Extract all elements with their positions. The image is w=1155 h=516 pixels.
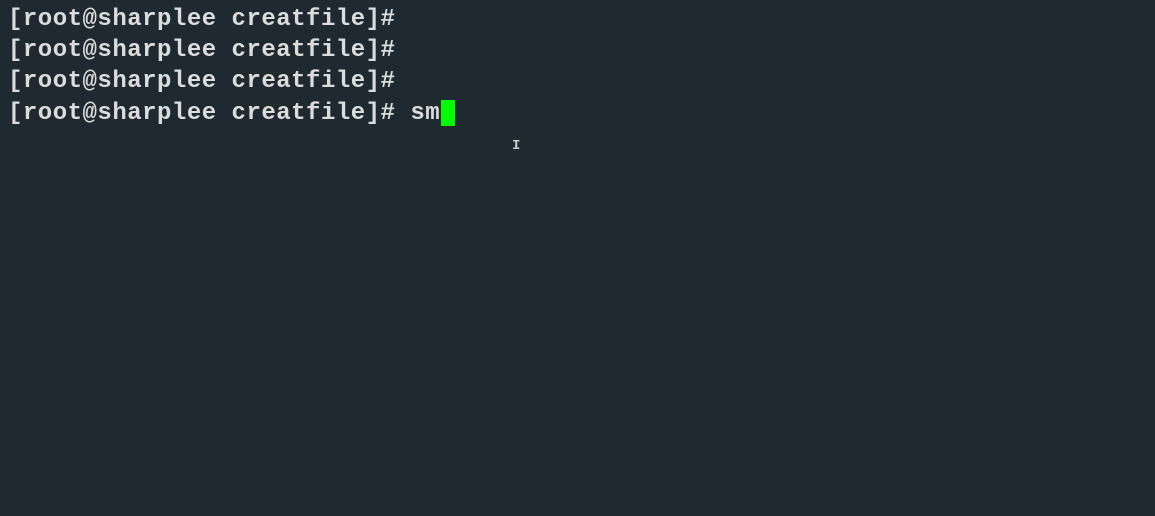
command-text[interactable]: sm	[410, 98, 440, 129]
terminal-line: [root@sharplee creatfile]#	[8, 66, 1147, 97]
shell-prompt: [root@sharplee creatfile]#	[8, 98, 410, 129]
shell-prompt: [root@sharplee creatfile]#	[8, 66, 410, 97]
terminal-line: [root@sharplee creatfile]# sm	[8, 98, 1147, 129]
cursor-block-icon	[441, 100, 455, 126]
shell-prompt: [root@sharplee creatfile]#	[8, 4, 410, 35]
text-cursor-icon: I	[512, 138, 521, 154]
terminal-line: [root@sharplee creatfile]#	[8, 4, 1147, 35]
shell-prompt: [root@sharplee creatfile]#	[8, 35, 410, 66]
terminal-area[interactable]: [root@sharplee creatfile]# [root@sharple…	[8, 4, 1147, 129]
terminal-line: [root@sharplee creatfile]#	[8, 35, 1147, 66]
